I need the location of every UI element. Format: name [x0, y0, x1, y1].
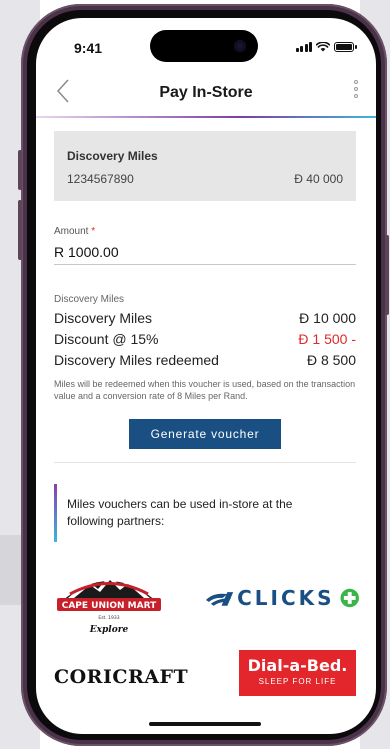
clicks-logo[interactable]: CLICKS — [204, 584, 359, 612]
cape-union-mart-name: CAPE UNION MART — [62, 601, 157, 611]
amount-label-text: Amount — [54, 226, 89, 237]
battery-icon — [334, 42, 357, 52]
miles-row-value: Ð 10 000 — [299, 310, 356, 326]
account-card: Discovery Miles 1234567890 Ð 40 000 — [54, 131, 356, 201]
phone-power-button — [385, 235, 389, 315]
plus-icon — [340, 588, 359, 608]
app-screen: 9:41 Pay In-Store Discovery Miles 123456… — [36, 18, 376, 734]
page-title: Pay In-Store — [159, 84, 253, 101]
phone-volume-button — [18, 200, 22, 260]
section-divider — [54, 462, 356, 463]
account-card-title: Discovery Miles — [67, 149, 158, 163]
redeemed-row-label: Discovery Miles redeemed — [54, 352, 219, 368]
signal-icon — [295, 42, 312, 52]
clicks-name: CLICKS — [237, 586, 335, 610]
discount-row-value: Ð 1 500 - — [298, 331, 356, 347]
status-bar: 9:41 — [36, 18, 376, 68]
redeemed-row-value: Ð 8 500 — [306, 352, 356, 368]
dial-a-bed-logo[interactable]: Dial-a-Bed. SLEEP FOR LIFE — [239, 650, 356, 696]
miles-row: Discovery Miles Ð 10 000 — [54, 310, 356, 326]
partners-text: Miles vouchers can be used in-store at t… — [67, 497, 293, 528]
dial-a-bed-tagline: SLEEP FOR LIFE — [258, 677, 337, 686]
amount-underline — [54, 264, 356, 265]
phone-volume-button — [18, 150, 22, 190]
account-number: 1234567890 — [67, 172, 134, 186]
header-divider — [36, 116, 376, 118]
cape-union-mart-logo[interactable]: CAPE UNION MART Est. 1933 Explore — [54, 565, 164, 639]
status-time: 9:41 — [74, 40, 103, 56]
redemption-note: Miles will be redeemed when this voucher… — [54, 379, 356, 401]
coricraft-logo[interactable]: CORICRAFT — [54, 666, 188, 688]
redeemed-row: Discovery Miles redeemed Ð 8 500 — [54, 352, 356, 368]
amount-label: Amount * — [54, 226, 95, 237]
required-mark: * — [91, 226, 96, 237]
discount-row: Discount @ 15% Ð 1 500 - — [54, 331, 356, 347]
account-balance: Ð 40 000 — [294, 172, 343, 186]
discount-row-label: Discount @ 15% — [54, 331, 159, 347]
miles-caption: Discovery Miles — [54, 294, 125, 305]
miles-row-label: Discovery Miles — [54, 310, 153, 326]
clicks-swoosh-icon — [205, 592, 234, 606]
cape-union-mart-tagline: Explore — [89, 625, 129, 635]
cape-union-mart-est: Est. 1933 — [98, 615, 119, 621]
wifi-icon — [316, 42, 330, 52]
status-icons — [295, 42, 357, 52]
home-indicator[interactable] — [149, 722, 261, 726]
dial-a-bed-name: Dial-a-Bed. — [247, 656, 348, 675]
amount-input[interactable]: R 1000.00 — [54, 244, 119, 260]
generate-voucher-button[interactable]: Generate voucher — [129, 419, 281, 449]
dynamic-island — [150, 30, 258, 62]
camera-icon — [234, 40, 246, 52]
nav-bar: Pay In-Store — [36, 74, 376, 114]
kebab-menu-icon[interactable] — [354, 80, 358, 98]
partners-accent-bar — [54, 484, 57, 542]
